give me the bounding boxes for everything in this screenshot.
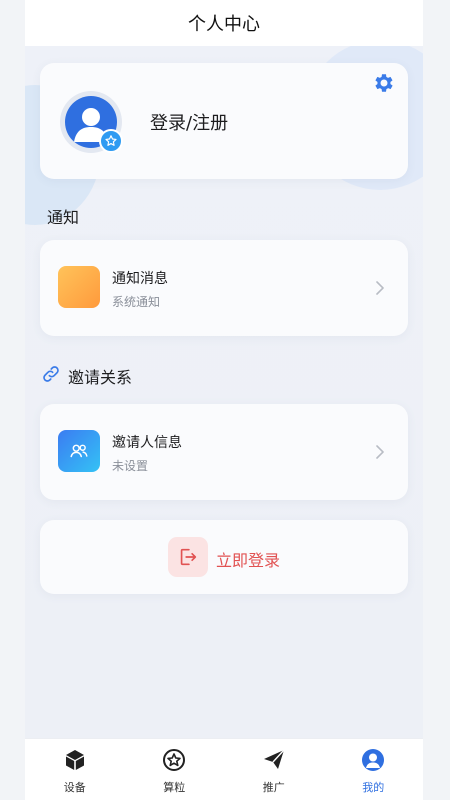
send-icon (261, 747, 287, 773)
profile-card[interactable]: 登录/注册 (40, 63, 408, 179)
login-now-button[interactable]: 立即登录 (40, 520, 408, 594)
notification-app-icon (58, 266, 100, 308)
section-title-invite: 邀请关系 (68, 368, 133, 387)
star-badge-icon (99, 129, 123, 153)
inviter-item-title: 邀请人信息 (112, 435, 182, 451)
inviter-item-subtitle: 未设置 (112, 459, 149, 473)
tab-devices[interactable]: 设备 (25, 739, 125, 800)
login-now-label: 立即登录 (216, 551, 281, 570)
tab-label: 推广 (262, 781, 285, 794)
section-title-notifications: 通知 (47, 208, 80, 227)
page-title: 个人中心 (188, 14, 260, 35)
tab-label: 算粒 (163, 781, 186, 794)
list-item-notifications[interactable]: 通知消息 系统通知 (40, 240, 408, 336)
chevron-right-icon (373, 442, 387, 462)
user-icon (360, 747, 386, 773)
tab-compute[interactable]: 算粒 (125, 739, 225, 800)
tab-mine[interactable]: 我的 (324, 739, 424, 800)
page-header: 个人中心 (25, 0, 423, 46)
phone-screen: 个人中心 登录/注册 通知 通知消息 系统通知 邀请关系 邀请人信息 未设置 立… (25, 0, 423, 800)
login-register-link[interactable]: 登录/注册 (150, 109, 228, 135)
star-circle-icon (161, 747, 187, 773)
tab-label: 设备 (63, 781, 86, 794)
gear-icon[interactable] (371, 70, 397, 96)
cube-icon (62, 747, 88, 773)
notification-item-subtitle: 系统通知 (112, 295, 161, 309)
notification-item-title: 通知消息 (112, 271, 168, 287)
link-icon (41, 364, 61, 384)
chevron-right-icon (373, 278, 387, 298)
tab-promote[interactable]: 推广 (224, 739, 324, 800)
users-icon (58, 430, 100, 472)
list-item-inviter-info[interactable]: 邀请人信息 未设置 (40, 404, 408, 500)
tab-label: 我的 (362, 781, 385, 794)
bottom-tab-bar: 设备 算粒 推广 我的 (25, 738, 423, 800)
login-icon (168, 537, 208, 577)
